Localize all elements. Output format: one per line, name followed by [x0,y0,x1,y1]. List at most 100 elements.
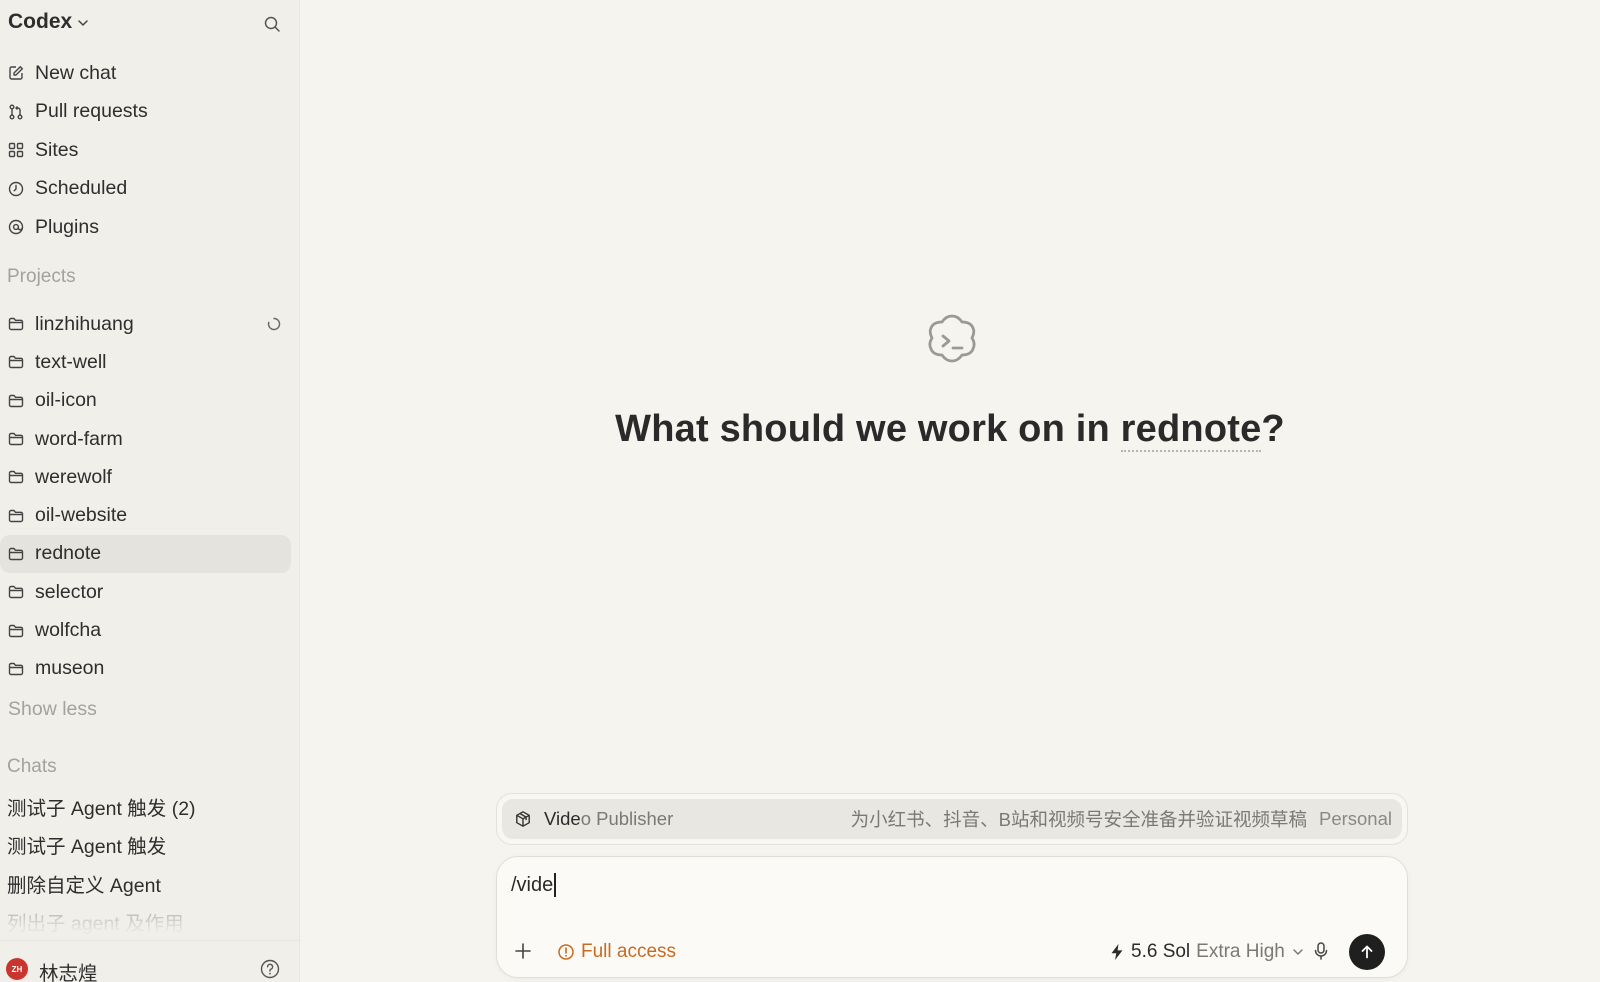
text-caret [554,873,556,897]
bolt-icon [1111,944,1123,960]
folder-icon [8,509,24,522]
project-item-museon[interactable]: museon [0,650,291,688]
loading-spinner-icon [267,317,281,331]
sidebar: Codex New chat Pull requests Sites Sched… [0,0,300,982]
suggestion-scope: Personal [1318,808,1392,829]
project-item-oil-icon[interactable]: oil-icon [0,382,291,420]
model-name: 5.6 Sol [1131,941,1191,962]
user-name[interactable]: 林志煌 [39,957,98,982]
pull-request-icon [9,104,23,120]
package-icon [516,811,530,827]
voice-input-button[interactable] [1309,939,1333,963]
nav-label: New chat [35,61,117,84]
chevron-down-icon [1293,949,1303,955]
project-item-wolfcha[interactable]: wolfcha [0,611,291,649]
hero-suffix: ? [1261,408,1285,450]
nav-plugins[interactable]: Plugins [0,208,300,247]
project-label: selector [35,580,104,603]
project-label: rednote [35,542,102,565]
nav-scheduled[interactable]: Scheduled [0,170,300,209]
arrow-up-icon [1361,945,1373,959]
folder-icon [8,317,24,331]
reasoning-effort: Extra High [1196,941,1285,962]
model-selector[interactable]: 5.6 Sol Extra High [1109,941,1305,963]
composer: /vide Full access 5.6 Sol Extra High [496,856,1408,978]
project-label: museon [35,657,105,680]
folder-icon [8,356,24,369]
project-item-werewolf[interactable]: werewolf [0,458,291,496]
project-item-rednote[interactable]: rednote [0,534,291,574]
edit-icon [9,66,23,80]
send-button[interactable] [1349,934,1385,970]
projects-label: Projects [7,266,76,287]
alert-circle-icon [558,944,574,960]
prompt-input[interactable]: /vide [511,873,556,897]
project-link[interactable]: rednote [1120,408,1262,452]
chat-item[interactable]: 列出子 agent 及作用 [0,903,300,942]
nav-new-chat[interactable]: New chat [0,54,300,93]
chat-list: 测试子 Agent 触发 (2) 测试子 Agent 触发 删除自定义 Agen… [0,787,300,941]
chevron-down-icon [78,20,88,26]
sidebar-nav: New chat Pull requests Sites Scheduled P… [0,54,300,247]
nav-label: Sites [35,138,79,161]
project-label: oil-website [35,504,128,527]
folder-icon [8,662,24,676]
project-label: word-farm [35,427,123,450]
avatar[interactable]: ZH [6,958,28,980]
suggestion-video-publisher[interactable]: Video Publisher 为小红书、抖音、B站和视频号安全准备并验证视频草… [502,799,1402,839]
suggestion-description: 为小红书、抖音、B站和视频号安全准备并验证视频草稿 [850,809,1307,830]
nav-label: Scheduled [35,177,128,200]
folder-icon [8,471,24,484]
nav-label: Plugins [35,215,99,238]
at-icon [8,220,24,235]
project-list: linzhihuang text-well oil-icon word-farm… [0,305,300,688]
chats-label: Chats [7,756,57,777]
app-title: Codex [8,10,73,33]
microphone-icon [1314,942,1328,960]
folder-icon [8,624,24,637]
project-label: werewolf [35,465,112,488]
chat-item[interactable]: 测试子 Agent 触发 (2) [0,787,300,826]
command-suggestions: Video Publisher 为小红书、抖音、B站和视频号安全准备并验证视频草… [496,793,1408,845]
project-label: oil-icon [35,389,97,412]
add-attachment-button[interactable] [511,939,535,963]
plus-icon [515,943,531,959]
project-item-text-well[interactable]: text-well [0,343,291,381]
hero-title: What should we work on in rednote? [300,408,1600,452]
project-label: text-well [35,350,107,373]
help-icon [260,959,280,979]
nav-pull-requests[interactable]: Pull requests [0,93,300,132]
chat-item[interactable]: 删除自定义 Agent [0,864,300,903]
codex-logo-icon [928,314,976,363]
access-mode-button[interactable]: Full access [557,941,676,963]
access-mode-label: Full access [581,941,677,962]
folder-icon [8,547,24,561]
show-less-button[interactable]: Show less [8,698,97,721]
suggestion-name-match: Vide [544,808,581,829]
folder-icon [8,432,24,446]
grid-icon [8,143,24,158]
project-label: wolfcha [35,619,102,642]
suggestion-name-rest: o Publisher [580,808,674,829]
prompt-input-value: /vide [511,873,554,896]
sidebar-header: Codex [8,8,284,38]
hero-prefix: What should we work on in [615,408,1121,450]
suggestion-name: Video Publisher [544,808,673,830]
project-item-linzhihuang[interactable]: linzhihuang [0,305,291,343]
project-item-word-farm[interactable]: word-farm [0,420,291,458]
search-icon [264,16,280,32]
folder-icon [8,586,24,599]
project-label: linzhihuang [35,312,134,335]
sidebar-footer: ZH 林志煌 [0,940,299,982]
clock-icon [8,181,24,196]
project-item-oil-website[interactable]: oil-website [0,496,291,534]
nav-label: Pull requests [35,100,148,123]
project-item-selector[interactable]: selector [0,573,291,611]
workspace-switcher[interactable]: Codex [8,10,90,34]
folder-icon [8,394,24,407]
search-button[interactable] [260,12,284,36]
nav-sites[interactable]: Sites [0,131,300,170]
help-button[interactable] [259,958,281,980]
main-area: What should we work on in rednote? Video… [300,0,1600,982]
chat-item[interactable]: 测试子 Agent 触发 [0,826,300,865]
